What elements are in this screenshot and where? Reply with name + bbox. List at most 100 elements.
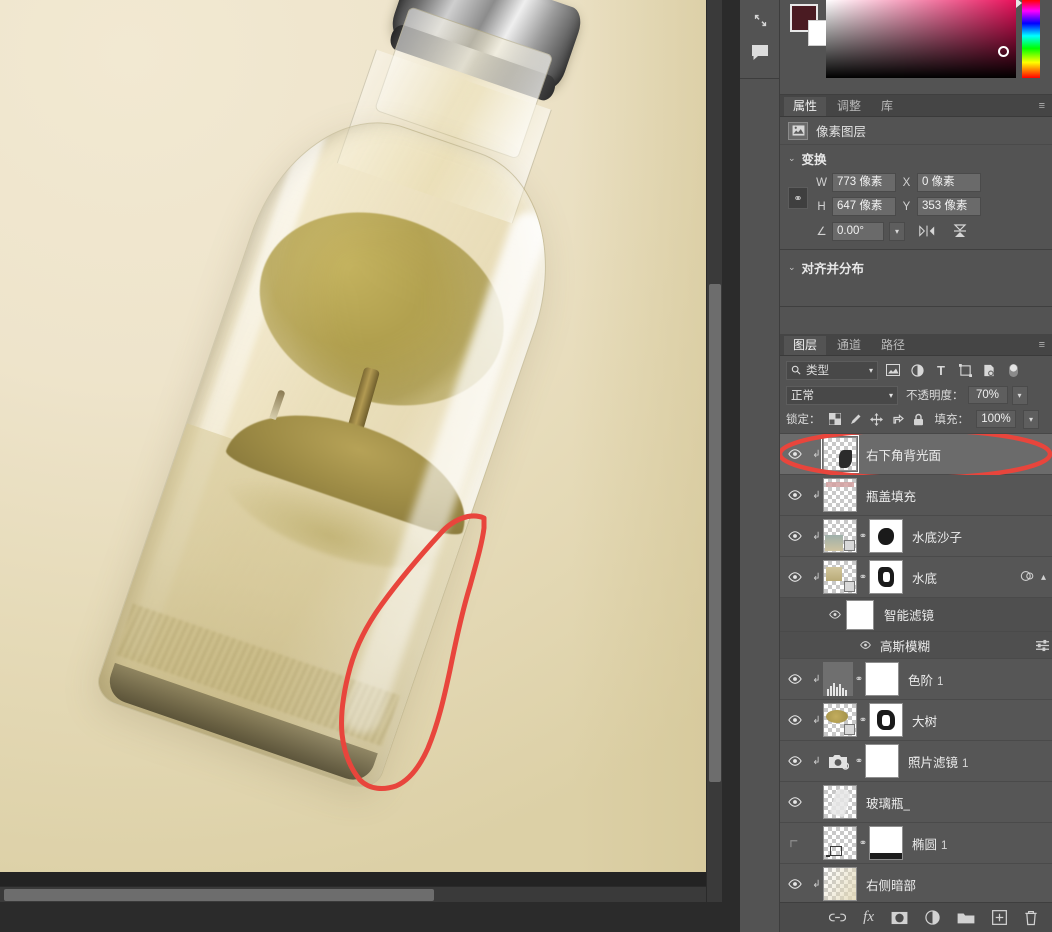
flip-vertical-icon[interactable] [949,221,971,241]
layer-name[interactable]: 右侧暗部 [866,875,916,894]
flip-horizontal-icon[interactable] [916,221,938,241]
layer-mask-thumbnail[interactable] [869,826,903,860]
layer-mask-thumbnail[interactable] [865,744,899,778]
layer-style-fx-icon[interactable]: fx [863,909,874,926]
photo-filter-adjustment-icon[interactable] [823,744,853,778]
layer-row-right-icons[interactable]: ▴ [1020,570,1048,585]
filter-type-select[interactable]: 类型 ▾ [786,360,878,380]
fill-caret-icon[interactable]: ▾ [1023,409,1039,429]
chevron-down-icon-align[interactable]: ⌄ [788,262,796,273]
properties-tab-bar[interactable]: 属性 调整 库 ≡ [780,95,1052,117]
tab-adjustments[interactable]: 调整 [828,97,870,116]
new-group-icon[interactable] [957,911,975,924]
color-gradient-field[interactable] [826,0,1016,78]
document-canvas[interactable] [0,0,722,902]
layer-visibility-toggle[interactable] [780,838,810,849]
link-dimensions-button[interactable]: ⚭ [788,187,808,209]
mask-link-icon[interactable]: ⚭ [857,572,869,583]
y-input[interactable]: 353 像素 [917,197,981,216]
layer-name[interactable]: 玻璃瓶_ [866,793,910,812]
delete-layer-icon[interactable] [1024,910,1038,926]
lock-paint-icon[interactable] [849,412,863,427]
lock-move-icon[interactable] [870,412,884,427]
layer-visibility-toggle[interactable] [780,715,810,725]
smart-filters-row[interactable]: 智能滤镜 [780,598,1052,632]
mask-link-icon[interactable]: ⚭ [853,756,865,767]
smart-filter-badge-icon[interactable] [1020,570,1036,585]
layer-thumbnail[interactable] [823,560,857,594]
layer-row-levels[interactable]: ↲ ⚭ 色阶 1 [780,659,1052,700]
angle-caret-icon[interactable]: ▾ [889,221,905,241]
layer-visibility-toggle[interactable] [780,797,810,807]
filter-type-icon[interactable]: T [932,361,950,379]
tab-properties[interactable]: 属性 [784,97,827,116]
mask-link-icon[interactable]: ⚭ [857,715,869,726]
layer-row-ellipse[interactable]: ↲ ⚭ 椭圆1 [780,823,1052,864]
layer-visibility-toggle[interactable] [780,879,810,889]
align-section-header[interactable]: ⌄ 对齐并分布 [780,250,1052,284]
opacity-value[interactable]: 70% [967,386,1008,404]
gaussian-blur-visibility-toggle[interactable] [854,641,876,649]
canvas-vertical-scrollbar[interactable] [706,0,722,902]
tab-layers[interactable]: 图层 [784,336,827,355]
filter-smartobject-icon[interactable] [980,361,998,379]
layer-thumbnail[interactable] [821,435,859,473]
expand-chevron-icon[interactable]: ▴ [1041,572,1046,583]
layer-row-cap-fill[interactable]: ↲ 瓶盖填充 [780,475,1052,516]
filter-caret-icon[interactable]: ▾ [869,366,873,375]
mask-link-icon[interactable]: ⚭ [857,531,869,542]
layer-mask-thumbnail[interactable] [865,662,899,696]
layer-row-right-shadow[interactable]: ↲ 右侧暗部 [780,864,1052,902]
filter-pixel-icon[interactable] [884,361,902,379]
layer-name[interactable]: 照片滤镜 1 [908,752,968,771]
tab-paths[interactable]: 路径 [872,336,914,355]
properties-panel-menu-icon[interactable]: ≡ [1032,100,1052,116]
comment-icon[interactable] [740,36,780,68]
color-panel[interactable] [780,0,1052,95]
layer-mask-thumbnail[interactable] [869,703,903,737]
layer-row-big-tree[interactable]: ↲ ⚭ 大树 [780,700,1052,741]
tab-channels[interactable]: 通道 [828,336,870,355]
artboard[interactable] [0,0,722,902]
layer-thumbnail[interactable] [823,478,857,512]
layer-thumbnail[interactable] [823,519,857,553]
x-input[interactable]: 0 像素 [917,173,981,192]
filter-toggle-icon[interactable] [1004,361,1022,379]
smart-filters-mask-thumbnail[interactable] [846,599,874,630]
layer-name[interactable]: 色阶 1 [908,670,943,689]
lock-all-icon[interactable] [912,412,926,427]
blend-mode-select[interactable]: 正常 ▾ [786,385,898,405]
layer-row-underwater-sand[interactable]: ↲ ⚭ 水底沙子 [780,516,1052,557]
layer-thumbnail[interactable] [823,785,857,819]
mask-link-icon[interactable]: ⚭ [853,674,865,685]
layer-row-photo-filter[interactable]: ↲ ⚭ 照片滤镜 1 [780,741,1052,782]
transform-section-header[interactable]: ⌄ 变换 [780,145,1052,171]
height-input[interactable]: 647 像素 [832,197,896,216]
layer-visibility-toggle[interactable] [780,531,810,541]
opacity-caret-icon[interactable]: ▾ [1011,385,1028,405]
layer-name[interactable]: 大树 [912,711,937,730]
layer-visibility-toggle[interactable] [780,674,810,684]
lock-transparent-icon[interactable] [828,412,842,427]
canvas-horizontal-scrollbar[interactable] [0,886,722,902]
link-layers-icon[interactable] [829,912,847,923]
layer-visibility-toggle[interactable] [780,572,810,582]
lock-artboard-icon[interactable] [891,412,905,427]
layer-name[interactable]: 椭圆 1 [912,834,947,853]
add-layer-mask-icon[interactable] [891,911,908,925]
new-adjustment-layer-icon[interactable] [925,910,940,925]
blend-caret-icon[interactable]: ▾ [889,391,893,400]
filter-adjustment-icon[interactable] [908,361,926,379]
layer-thumbnail[interactable] [823,703,857,737]
filter-settings-icon[interactable] [1035,639,1052,652]
tab-libraries[interactable]: 库 [872,97,902,116]
move-tool-icon[interactable] [740,4,780,36]
color-field-marker[interactable] [998,46,1009,57]
layer-name[interactable]: 右下角背光面 [866,445,941,464]
collapsed-panel-dock[interactable] [740,0,780,932]
hue-strip[interactable] [1022,0,1040,78]
width-input[interactable]: 773 像素 [832,173,896,192]
smart-filters-visibility-toggle[interactable] [824,610,846,619]
levels-adjustment-icon[interactable] [823,662,853,696]
layers-panel-menu-icon[interactable]: ≡ [1032,339,1052,355]
